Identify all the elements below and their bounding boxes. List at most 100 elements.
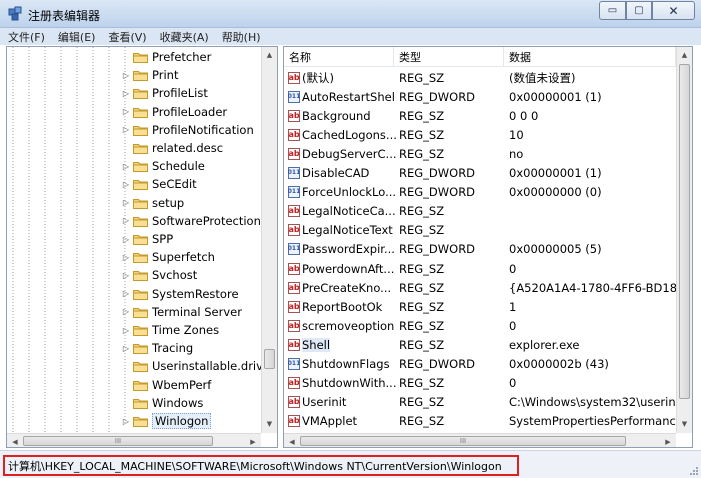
tree-hscroll-thumb[interactable]: III <box>23 436 213 446</box>
value-row[interactable]: ab CachedLogons... REG_SZ 10 <box>284 125 676 144</box>
expand-arrow-icon[interactable]: ▷ <box>121 235 131 244</box>
tree-item[interactable]: ▷ Terminal Server <box>121 303 242 321</box>
scroll-up-arrow-icon[interactable]: ▲ <box>677 47 692 63</box>
tree-item-label: ProfileNotification <box>152 122 254 137</box>
tree-item[interactable]: ▷ Svchost <box>121 266 197 284</box>
value-row[interactable]: 011 DisableCAD REG_DWORD 0x00000001 (1) <box>284 164 676 183</box>
value-row[interactable]: ab scremoveoption REG_SZ 0 <box>284 316 676 335</box>
column-header-type[interactable]: 类型 <box>394 47 504 67</box>
scroll-down-arrow-icon[interactable]: ▼ <box>262 416 277 432</box>
column-header-data[interactable]: 数据 <box>504 47 676 67</box>
tree-item[interactable]: ▷ Tracing <box>121 339 193 357</box>
expand-arrow-icon[interactable]: ▷ <box>121 89 131 98</box>
value-row[interactable]: ab Background REG_SZ 0 0 0 <box>284 106 676 125</box>
value-type: REG_SZ <box>399 146 445 161</box>
tree-item[interactable]: ▷ SPP <box>121 230 173 248</box>
scroll-left-arrow-icon[interactable]: ◀ <box>7 434 23 447</box>
scroll-right-arrow-icon[interactable]: ▶ <box>245 434 261 447</box>
value-row[interactable]: 011 ForceUnlockLo... REG_DWORD 0x00000000 (… <box>284 183 676 202</box>
value-row[interactable]: ab ShutdownWith... REG_SZ 0 <box>284 374 676 393</box>
value-data: 0x00000001 (1) <box>509 89 602 104</box>
folder-icon <box>133 125 148 136</box>
menu-favorites[interactable]: 收藏夹(A) <box>160 29 209 45</box>
values-horizontal-scrollbar[interactable]: ◀ III ▶ <box>284 433 676 447</box>
value-name: (默认) <box>302 70 334 85</box>
value-row[interactable]: ab DebugServerC... REG_SZ no <box>284 144 676 163</box>
tree-item-label: ProfileLoader <box>152 104 228 119</box>
tree-item[interactable]: related.desc <box>121 139 223 157</box>
expand-arrow-icon[interactable]: ▷ <box>121 198 131 207</box>
minimize-button[interactable]: ▭ <box>599 1 626 20</box>
tree-item[interactable]: Prefetcher <box>121 48 211 66</box>
scroll-right-arrow-icon[interactable]: ▶ <box>660 434 676 447</box>
tree-item[interactable]: ▷ SoftwareProtectionP <box>121 212 268 230</box>
value-row[interactable]: ab Shell REG_SZ explorer.exe <box>284 335 676 354</box>
tree-vscroll-thumb[interactable] <box>264 349 275 369</box>
tree-item[interactable]: WbemPerf <box>121 376 211 394</box>
value-row[interactable]: ab VMApplet REG_SZ SystemPropertiesPerforma… <box>284 412 676 431</box>
scroll-left-arrow-icon[interactable]: ◀ <box>284 434 300 447</box>
scroll-down-arrow-icon[interactable]: ▼ <box>677 416 692 432</box>
expand-arrow-icon[interactable]: ▷ <box>121 180 131 189</box>
value-row[interactable]: 011 ShutdownFlags REG_DWORD 0x0000002b (43) <box>284 355 676 374</box>
value-row[interactable]: ab LegalNoticeText REG_SZ <box>284 221 676 240</box>
value-name: PasswordExpir... <box>302 242 395 257</box>
tree-item[interactable]: ▷ Print <box>121 66 179 84</box>
value-row[interactable]: 011 PasswordExpir... REG_DWORD 0x00000005 (… <box>284 240 676 259</box>
menu-file[interactable]: 文件(F) <box>8 29 45 45</box>
expand-arrow-icon[interactable]: ▷ <box>121 216 131 225</box>
values-vertical-scrollbar[interactable]: ▲ ▼ <box>676 47 692 433</box>
value-name-cell: 011 PasswordExpir... <box>288 240 396 259</box>
expand-arrow-icon[interactable]: ▷ <box>121 253 131 262</box>
resize-grip-icon[interactable] <box>689 466 699 476</box>
tree-item[interactable]: ▷ ProfileNotification <box>121 121 254 139</box>
expand-arrow-icon[interactable]: ▷ <box>121 125 131 134</box>
value-row[interactable]: ab ReportBootOk REG_SZ 1 <box>284 297 676 316</box>
value-type: REG_DWORD <box>399 185 476 200</box>
value-row[interactable]: ab Userinit REG_SZ C:\Windows\system32\user… <box>284 393 676 412</box>
tree-item-label: WbemPerf <box>152 377 212 392</box>
values-hscroll-thumb[interactable]: III <box>300 436 626 446</box>
tree-item[interactable]: ▷ SeCEdit <box>121 175 197 193</box>
scroll-up-arrow-icon[interactable]: ▲ <box>262 47 277 63</box>
value-type: REG_DWORD <box>399 166 476 180</box>
close-button[interactable]: ✕ <box>652 1 695 20</box>
value-row[interactable]: 011 AutoRestartShell REG_DWORD 0x00000001 (… <box>284 87 676 106</box>
tree-item[interactable]: ▷ Schedule <box>121 157 205 175</box>
value-data: 1 <box>509 299 517 314</box>
menu-help[interactable]: 帮助(H) <box>222 29 261 45</box>
expand-arrow-icon[interactable]: ▷ <box>121 289 131 298</box>
value-row[interactable]: ab (默认) REG_SZ (数值未设置) <box>284 68 676 87</box>
expand-arrow-icon[interactable]: ▷ <box>121 326 131 335</box>
expand-arrow-icon[interactable]: ▷ <box>121 107 131 116</box>
expand-arrow-icon[interactable]: ▷ <box>121 162 131 171</box>
menu-view[interactable]: 查看(V) <box>108 29 146 45</box>
tree-item[interactable]: ▷ ProfileLoader <box>121 103 227 121</box>
string-value-icon: ab <box>288 205 300 218</box>
expand-arrow-icon[interactable]: ▷ <box>121 271 131 280</box>
maximize-button[interactable]: ▢ <box>626 1 652 20</box>
tree-item-label: Terminal Server <box>152 304 242 319</box>
values-vscroll-thumb[interactable] <box>679 64 690 399</box>
expand-arrow-icon[interactable]: ▷ <box>121 71 131 80</box>
value-row[interactable]: ab PowerdownAft... REG_SZ 0 <box>284 259 676 278</box>
tree-item[interactable]: ▷ Time Zones <box>121 321 219 339</box>
tree-item[interactable]: ▷ SystemRestore <box>121 285 239 303</box>
menu-edit[interactable]: 编辑(E) <box>58 29 96 45</box>
tree-horizontal-scrollbar[interactable]: ◀ III ▶ <box>7 433 261 447</box>
expand-arrow-icon[interactable]: ▷ <box>121 417 131 426</box>
value-row[interactable]: ab LegalNoticeCa... REG_SZ <box>284 202 676 221</box>
tree-vertical-scrollbar[interactable]: ▲ ▼ <box>261 47 277 433</box>
tree-item[interactable]: ▷ setup <box>121 194 184 212</box>
value-row[interactable]: ab PreCreateKno... REG_SZ {A520A1A4-1780-4F… <box>284 278 676 297</box>
column-header-name[interactable]: 名称 <box>284 47 394 67</box>
tree-item[interactable]: Userinstallable.drive <box>121 357 270 375</box>
tree-item[interactable]: ▷ Winlogon <box>121 412 212 430</box>
tree-item[interactable]: ▷ Superfetch <box>121 248 215 266</box>
expand-arrow-icon[interactable]: ▷ <box>121 307 131 316</box>
value-type: REG_SZ <box>399 280 445 295</box>
string-value-icon: ab <box>288 224 300 237</box>
expand-arrow-icon[interactable]: ▷ <box>121 344 131 353</box>
tree-item[interactable]: Windows <box>121 394 203 412</box>
tree-item[interactable]: ▷ ProfileList <box>121 84 208 102</box>
